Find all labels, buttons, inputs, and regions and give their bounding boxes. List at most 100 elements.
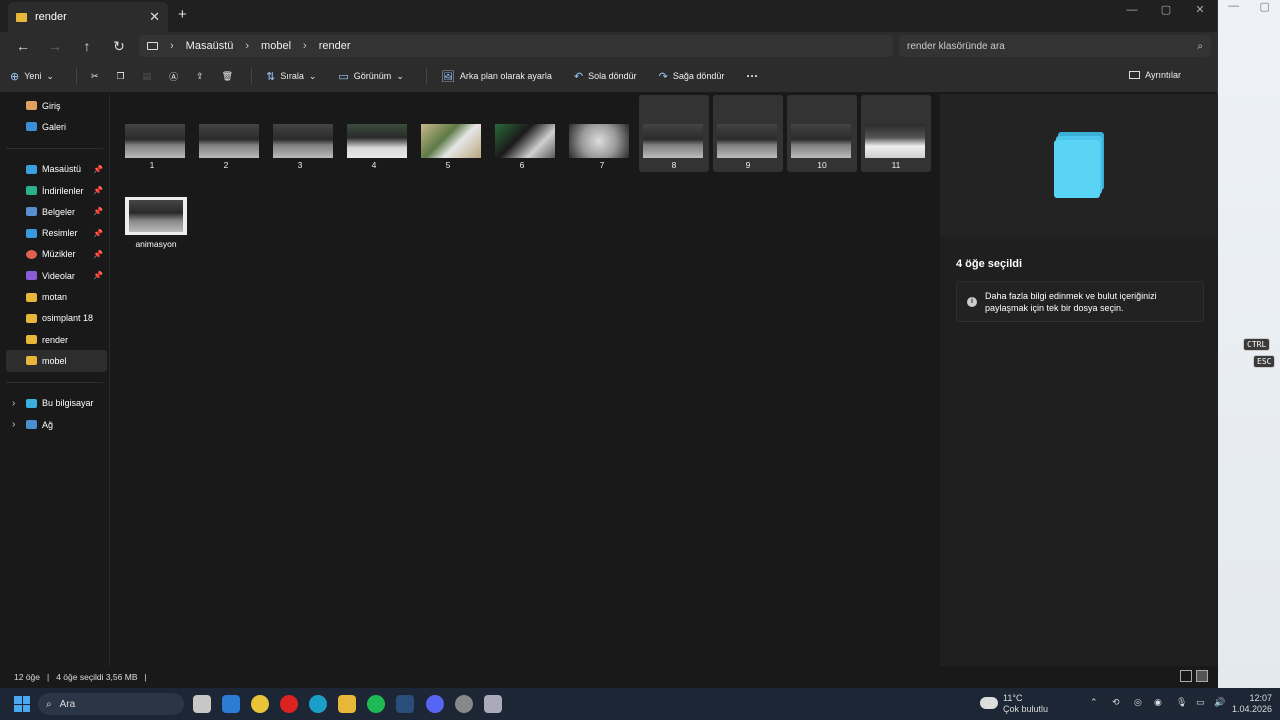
tab-render[interactable]: render ✕ xyxy=(8,2,168,32)
info-line: Daha fazla bilgi edinmek ve bulut içeriğ… xyxy=(985,290,1157,301)
refresh-icon[interactable]: ↻ xyxy=(103,38,135,55)
file-explorer-icon[interactable] xyxy=(338,695,356,713)
copy-icon[interactable]: ❐ xyxy=(117,71,125,82)
file-item-selected[interactable]: 10 xyxy=(787,95,857,172)
sidebar-item-network[interactable]: › Ağ xyxy=(6,414,107,435)
steam-tray-icon[interactable]: ◉ xyxy=(1154,697,1162,708)
task-view-icon[interactable] xyxy=(193,695,211,713)
discord-icon[interactable] xyxy=(426,695,444,713)
microphone-icon[interactable]: 🎙 xyxy=(1176,697,1187,708)
forward-icon[interactable]: → xyxy=(39,38,71,54)
file-item[interactable]: 3 xyxy=(265,95,335,172)
view-button[interactable]: ▭ Görünüm ⌄ xyxy=(338,70,403,83)
file-item[interactable]: 2 xyxy=(191,95,261,172)
sort-button[interactable]: ⇅ Sırala ⌄ xyxy=(266,70,316,83)
divider: | xyxy=(47,672,50,682)
pin-icon: 📌 xyxy=(93,164,103,174)
paste-icon[interactable]: ▤ xyxy=(143,71,152,82)
monitor-icon xyxy=(147,42,158,50)
file-item[interactable]: 7 xyxy=(567,95,637,172)
file-item[interactable]: 5 xyxy=(413,95,483,172)
video-file-item[interactable] xyxy=(125,197,187,235)
new-tab-button[interactable]: + xyxy=(178,6,187,23)
clock[interactable]: 12:07 1.04.2026 xyxy=(1232,693,1272,715)
sidebar-item-documents[interactable]: Belgeler 📌 xyxy=(6,201,107,222)
sidebar-item-render[interactable]: render xyxy=(6,329,107,350)
rename-icon[interactable]: Ⓐ xyxy=(169,70,178,83)
breadcrumb-masaustu[interactable]: Masaüstü xyxy=(186,40,234,52)
file-item[interactable]: 6 xyxy=(487,95,557,172)
file-item[interactable]: 1 xyxy=(117,95,187,172)
cut-icon[interactable]: ✂ xyxy=(91,71,99,82)
taskbar-search[interactable]: ⌕ Ara xyxy=(38,693,184,715)
file-item-selected[interactable]: 8 xyxy=(639,95,709,172)
info-message: i Daha fazla bilgi edinmek ve bulut içer… xyxy=(956,281,1204,322)
breadcrumb-mobel[interactable]: mobel xyxy=(261,40,291,52)
main-area: Giriş Galeri Masaüstü 📌 İndirilenler 📌 Bel… xyxy=(0,94,1218,666)
search-icon: ⌕ xyxy=(1197,40,1203,52)
sidebar-item-osimplant[interactable]: osimplant 18 xyxy=(6,308,107,329)
search-placeholder: render klasöründe ara xyxy=(907,40,1005,52)
details-view-icon[interactable] xyxy=(1180,670,1192,682)
chrome-icon[interactable] xyxy=(251,695,269,713)
start-icon[interactable] xyxy=(14,696,30,712)
set-background-button[interactable]: 🖼 Arka plan olarak ayarla xyxy=(441,70,552,83)
download-icon xyxy=(26,186,37,196)
close-icon[interactable]: ✕ xyxy=(1183,0,1217,20)
up-icon[interactable]: ↑ xyxy=(71,38,103,54)
more-options-icon[interactable]: ··· xyxy=(746,69,758,83)
chevron-right-icon[interactable]: › xyxy=(12,419,15,430)
chevron-right-icon[interactable]: › xyxy=(12,398,15,409)
address-bar[interactable]: › Masaüstü › mobel › render xyxy=(139,35,893,57)
file-item-selected[interactable]: 11 xyxy=(861,95,931,172)
divider xyxy=(75,67,77,85)
file-list: 1 2 3 4 5 6 7 8 9 10 11 animasyon xyxy=(111,94,940,666)
tray-icon[interactable]: ⟲ xyxy=(1112,697,1120,708)
volume-icon[interactable]: 🔊 xyxy=(1214,697,1225,708)
chevron-up-icon[interactable]: ⌃ xyxy=(1090,697,1098,708)
sidebar-item-desktop[interactable]: Masaüstü 📌 xyxy=(6,159,107,180)
rotate-left-button[interactable]: ↶ Sola döndür xyxy=(574,70,637,83)
bg-maximize-icon[interactable]: ▢ xyxy=(1259,0,1269,18)
maximize-icon[interactable]: ▢ xyxy=(1149,0,1183,20)
background-window-controls: — ▢ xyxy=(1218,0,1280,18)
sidebar-item-this-pc[interactable]: › Bu bilgisayar xyxy=(6,393,107,414)
back-icon[interactable]: ← xyxy=(7,38,39,54)
sidebar-item-home[interactable]: Giriş xyxy=(6,95,107,116)
folder-icon xyxy=(26,313,37,323)
sidebar-item-music[interactable]: Müzikler 📌 xyxy=(6,244,107,265)
thumbnail-view-icon[interactable] xyxy=(1196,670,1208,682)
sidebar-item-videos[interactable]: Videolar 📌 xyxy=(6,265,107,286)
app-icon[interactable] xyxy=(484,695,502,713)
spotify-icon[interactable] xyxy=(367,695,385,713)
file-item-selected[interactable]: 9 xyxy=(713,95,783,172)
opera-icon[interactable] xyxy=(280,695,298,713)
tray-icon[interactable]: ◎ xyxy=(1134,697,1142,708)
close-tab-icon[interactable]: ✕ xyxy=(149,9,160,25)
network-icon[interactable]: ▭ xyxy=(1196,697,1205,708)
search-input[interactable]: render klasöründe ara ⌕ xyxy=(899,35,1211,57)
share-icon[interactable]: ⇪ xyxy=(196,71,204,82)
details-button[interactable]: Ayrıntılar xyxy=(1129,70,1181,80)
mail-icon[interactable] xyxy=(222,695,240,713)
steam-icon[interactable] xyxy=(396,695,414,713)
edge-icon[interactable] xyxy=(309,695,327,713)
sidebar-item-motan[interactable]: motan xyxy=(6,286,107,307)
sidebar-item-mobel[interactable]: mobel xyxy=(6,350,107,372)
sidebar-item-downloads[interactable]: İndirilenler 📌 xyxy=(6,180,107,201)
weather-icon[interactable] xyxy=(980,697,998,709)
app-icon[interactable] xyxy=(455,695,473,713)
weather-widget[interactable]: 11°C Çok bulutlu xyxy=(1003,693,1048,715)
new-button[interactable]: ⊕ Yeni ⌄ xyxy=(10,70,54,83)
breadcrumb-render[interactable]: render xyxy=(319,40,351,52)
bg-minimize-icon[interactable]: — xyxy=(1228,0,1239,18)
delete-icon[interactable]: 🗑 xyxy=(222,71,233,82)
sidebar-item-pictures[interactable]: Resimler 📌 xyxy=(6,222,107,243)
image-thumbnail xyxy=(717,124,777,158)
file-item[interactable]: 4 xyxy=(339,95,409,172)
rotate-right-button[interactable]: ↷ Sağa döndür xyxy=(659,70,725,83)
minimize-icon[interactable]: — xyxy=(1115,0,1149,20)
taskbar: ⌕ Ara 11°C Çok bulutlu ⌃ ⟲ ◎ ◉ 🎙 ▭ 🔊 12:… xyxy=(0,688,1280,720)
music-icon xyxy=(26,249,37,259)
sidebar-item-gallery[interactable]: Galeri xyxy=(6,116,107,137)
